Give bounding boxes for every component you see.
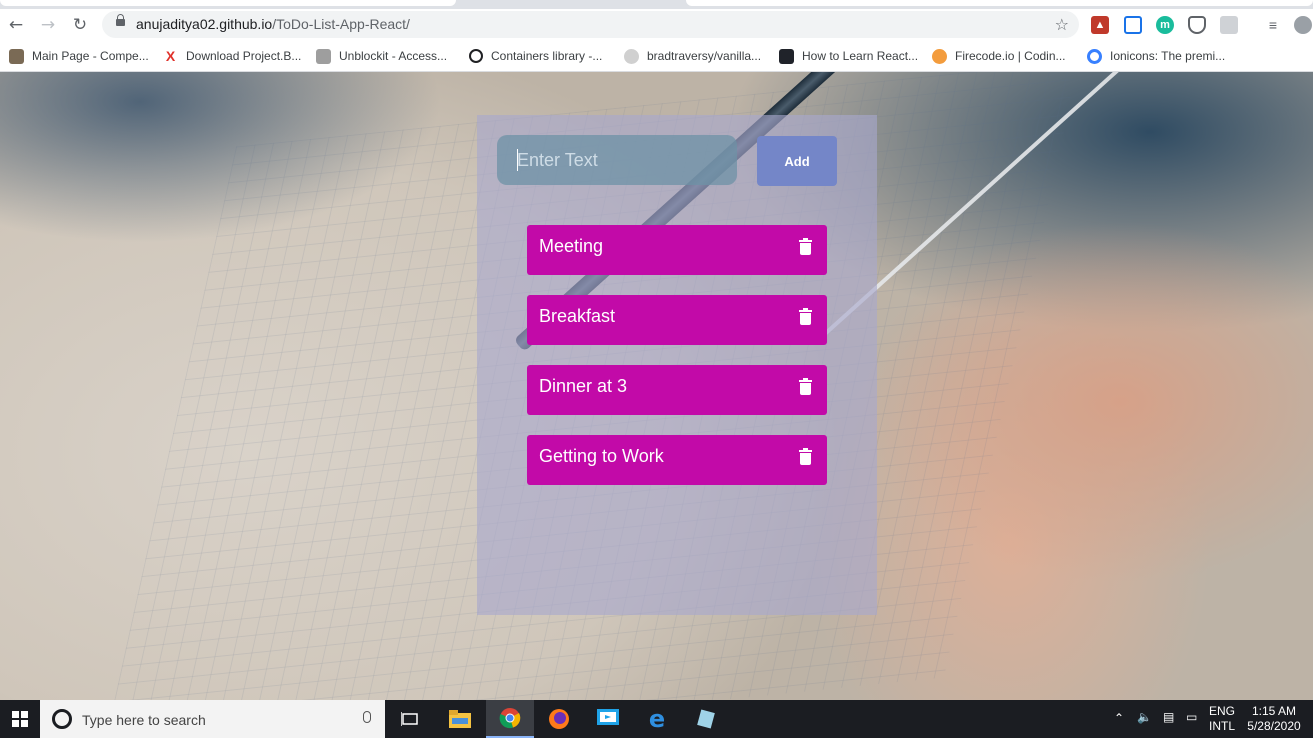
wiki-icon [9,48,24,64]
todo-item[interactable]: Meeting [527,225,827,275]
windows-taskbar: Type here to search e ⌃ 🔈 ▤ ▭ ENG INTL 1… [0,700,1313,738]
todo-item[interactable]: Getting to Work [527,435,827,485]
taskbar-search-box[interactable]: Type here to search [40,700,385,738]
ionicons-icon [1087,48,1102,64]
cast-extension-icon[interactable] [1124,16,1142,34]
firefox-icon[interactable] [535,700,583,738]
firecode-icon [932,48,947,64]
back-arrow-icon[interactable]: ← [4,13,28,37]
cortana-icon [52,709,72,729]
bookmark-label: Containers library -... [491,49,603,63]
github-icon [624,48,639,64]
lock-icon [116,14,125,26]
bookmark-label: Firecode.io | Codin... [955,49,1066,63]
trash-icon[interactable] [799,378,812,395]
microphone-icon[interactable] [363,711,371,723]
trash-icon[interactable] [799,308,812,325]
shield-extension-icon[interactable] [1188,16,1206,34]
address-bar[interactable]: anujaditya02.github.io/ToDo-List-App-Rea… [102,11,1079,38]
bookmark-item[interactable]: bradtraversy/vanilla... [624,48,761,64]
url-host: anujaditya02.github.io [136,16,273,32]
bookmark-label: bradtraversy/vanilla... [647,49,762,63]
clock-time: 1:15 AM [1251,704,1297,718]
translate-extension-icon[interactable] [1220,16,1238,34]
network-icon[interactable]: ▤ [1163,710,1174,725]
clock[interactable]: 1:15 AM 5/28/2020 [1245,704,1303,734]
browser-toolbar: ← → ↻ anujaditya02.github.io/ToDo-List-A… [0,9,1313,40]
url-text: anujaditya02.github.io/ToDo-List-App-Rea… [136,16,410,32]
m-extension-icon[interactable]: m [1156,16,1174,34]
trash-icon[interactable] [799,238,812,255]
language-indicator[interactable]: ENG INTL [1209,704,1235,734]
todo-item[interactable]: Breakfast [527,295,827,345]
volume-icon[interactable]: 🔈 [1137,710,1152,725]
language-code: ENG [1209,704,1236,718]
text-cursor [517,149,518,171]
x-logo-icon: X [165,48,176,64]
react-icon [779,48,794,64]
task-view-icon[interactable] [386,700,434,738]
page-background: Add Meeting Breakfast Dinner at 3 Gettin… [0,72,1313,700]
bookmark-star-icon[interactable]: ☆ [1055,15,1069,34]
todo-text-input[interactable] [497,135,737,185]
containers-icon [469,49,483,63]
file-explorer-icon[interactable] [436,700,484,738]
bookmark-item[interactable]: Firecode.io | Codin... [932,48,1066,64]
todo-item-text: Dinner at 3 [539,376,628,396]
chrome-icon[interactable] [486,700,534,738]
todo-item[interactable]: Dinner at 3 [527,365,827,415]
reading-list-icon[interactable]: ≡ [1264,16,1282,34]
reload-icon[interactable]: ↻ [68,13,92,37]
profile-avatar[interactable] [1294,16,1312,34]
battery-icon[interactable]: ▭ [1186,710,1197,725]
taskbar-search-placeholder: Type here to search [82,712,206,728]
bookmark-item[interactable]: Main Page - Compe... [9,48,149,64]
bookmark-label: Download Project.B... [186,49,302,63]
bookmark-label: Main Page - Compe... [32,49,149,63]
windows-logo-icon [12,711,28,727]
keyboard-layout: INTL [1209,719,1236,733]
tab-strip [0,0,1313,9]
bookmark-item[interactable]: Containers library -... [469,48,602,64]
add-button[interactable]: Add [757,136,837,186]
chevron-up-icon[interactable]: ⌃ [1114,711,1124,726]
bookmark-item[interactable]: Ionicons: The premi... [1087,48,1225,64]
unblockit-icon [316,48,331,64]
start-button[interactable] [0,700,40,738]
todo-app-panel: Add Meeting Breakfast Dinner at 3 Gettin… [477,115,877,615]
connect-app-icon[interactable] [584,700,632,738]
notepad-icon[interactable] [682,700,730,738]
todo-item-text: Breakfast [539,306,616,326]
bookmark-item[interactable]: Unblockit - Access... [316,48,447,64]
bookmark-label: Unblockit - Access... [339,49,448,63]
bookmark-item[interactable]: X Download Project.B... [163,48,302,64]
bookmark-label: Ionicons: The premi... [1110,49,1226,63]
bookmark-item[interactable]: How to Learn React... [779,48,918,64]
bookmark-label: How to Learn React... [802,49,919,63]
todo-item-text: Getting to Work [539,446,664,466]
todo-list: Meeting Breakfast Dinner at 3 Getting to… [527,225,827,505]
bookmarks-bar: Main Page - Compe... X Download Project.B… [0,40,1313,72]
url-path: /ToDo-List-App-React/ [272,16,410,32]
todo-item-text: Meeting [539,236,604,256]
forward-arrow-icon[interactable]: → [36,13,60,37]
edge-icon[interactable]: e [633,700,681,738]
trash-icon[interactable] [799,448,812,465]
pdf-extension-icon[interactable]: ▲ [1091,16,1109,34]
clock-date: 5/28/2020 [1247,719,1301,733]
